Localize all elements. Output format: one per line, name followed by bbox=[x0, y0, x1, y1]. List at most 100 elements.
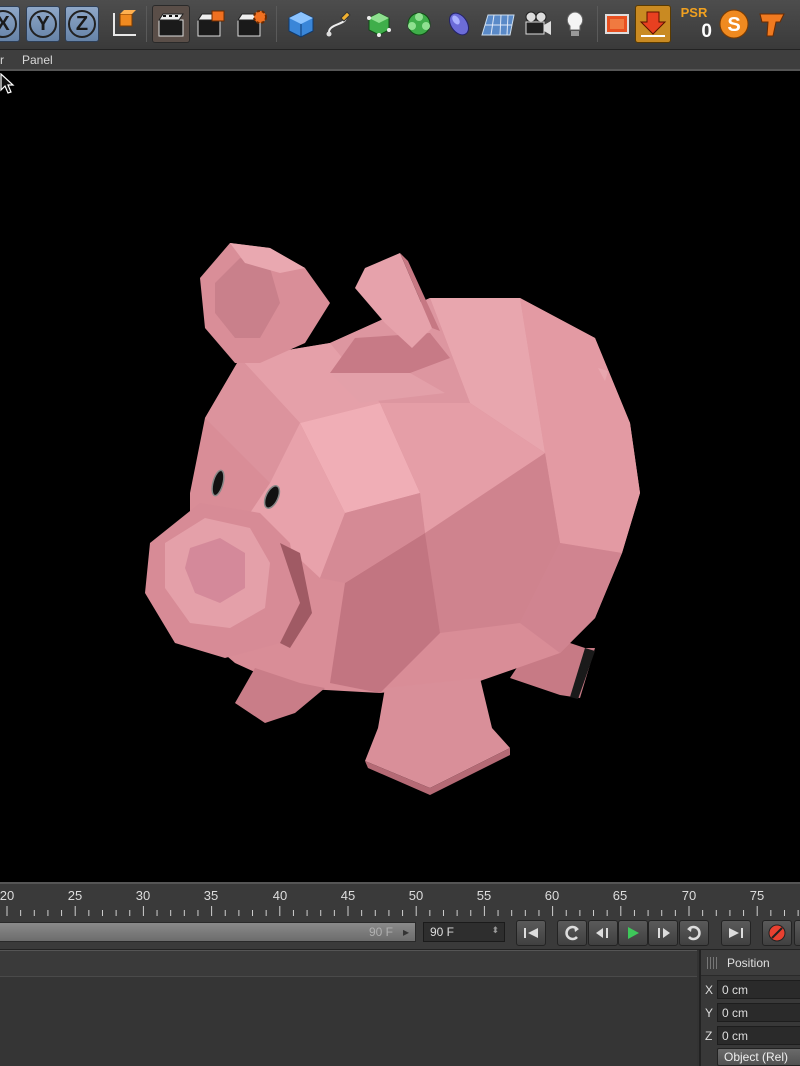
menu-item-panel[interactable]: Panel bbox=[22, 53, 53, 67]
floor-button[interactable] bbox=[478, 5, 518, 43]
ruler-label: 30 bbox=[135, 888, 151, 903]
scene-object-button[interactable] bbox=[440, 5, 478, 43]
position-y-row: Y 0 cm bbox=[701, 1003, 800, 1023]
loop-icon bbox=[565, 925, 579, 941]
generator-icon bbox=[367, 12, 391, 37]
ruler-label: 60 bbox=[544, 888, 560, 903]
toolbar-separator bbox=[146, 6, 147, 42]
coordinate-system-button[interactable] bbox=[104, 5, 142, 43]
ruler-label: 40 bbox=[272, 888, 288, 903]
ruler-label: 35 bbox=[203, 888, 219, 903]
import-button[interactable] bbox=[635, 5, 671, 43]
go-to-end-icon bbox=[729, 928, 743, 938]
psr-button[interactable]: PSR 0 bbox=[676, 5, 712, 43]
render-view-icon bbox=[158, 13, 184, 37]
position-z-row: Z 0 cm bbox=[701, 1026, 800, 1046]
add-cube-button[interactable] bbox=[282, 5, 320, 43]
frame-range-slider[interactable]: 90 F ▸ bbox=[0, 922, 416, 942]
material-manager-panel bbox=[0, 950, 697, 1066]
tool-button[interactable] bbox=[754, 5, 790, 43]
position-x-field[interactable]: 0 cm bbox=[717, 980, 800, 999]
slider-arrow-icon: ▸ bbox=[402, 925, 409, 939]
spline-pen-button[interactable] bbox=[320, 5, 358, 43]
sculpt-icon: S bbox=[719, 9, 749, 39]
render-settings-button[interactable] bbox=[232, 5, 270, 43]
transport-bar: 90 F ▸ 90 F ⬍ bbox=[0, 916, 800, 950]
slider-end-frame: 90 F bbox=[368, 925, 393, 939]
toolbar-separator bbox=[276, 6, 277, 42]
end-frame-value: 90 F bbox=[430, 925, 455, 939]
coordinate-system-icon bbox=[113, 10, 136, 36]
z-axis-label: Z bbox=[68, 10, 96, 38]
position-y-field[interactable]: 0 cm bbox=[717, 1003, 800, 1022]
next-key-button[interactable] bbox=[648, 920, 678, 946]
display-button[interactable] bbox=[600, 5, 634, 43]
ruler-label: 65 bbox=[612, 888, 628, 903]
deformer-button[interactable] bbox=[400, 5, 438, 43]
repeat-icon bbox=[687, 925, 701, 941]
position-z-field[interactable]: 0 cm bbox=[717, 1026, 800, 1045]
camera-button[interactable] bbox=[518, 5, 556, 43]
deformer-icon bbox=[407, 12, 431, 36]
3d-viewport[interactable] bbox=[0, 73, 800, 882]
loop-button[interactable] bbox=[557, 920, 587, 946]
go-to-end-button[interactable] bbox=[721, 920, 751, 946]
cube-icon bbox=[288, 11, 314, 38]
panel-grip-icon[interactable] bbox=[707, 956, 717, 969]
ruler-label: 55 bbox=[476, 888, 492, 903]
pig-model bbox=[145, 243, 640, 795]
go-to-start-icon bbox=[524, 928, 538, 938]
mouse-cursor-icon bbox=[0, 73, 15, 94]
material-manager-header bbox=[0, 951, 697, 977]
x-axis-lock-button[interactable]: X bbox=[0, 6, 20, 42]
repeat-button[interactable] bbox=[679, 920, 709, 946]
position-x-label: X bbox=[705, 983, 714, 997]
stepper-icon: ⬍ bbox=[491, 925, 499, 935]
prev-key-button[interactable] bbox=[588, 920, 618, 946]
ruler-label: 45 bbox=[340, 888, 356, 903]
generator-button[interactable] bbox=[360, 5, 398, 43]
z-axis-lock-button[interactable]: Z bbox=[65, 6, 99, 42]
x-axis-label: X bbox=[0, 10, 17, 38]
menu-item-partial[interactable]: r bbox=[0, 53, 4, 67]
render-picture-viewer-button[interactable] bbox=[192, 5, 230, 43]
ruler-ticks bbox=[6, 906, 799, 916]
y-axis-lock-button[interactable]: Y bbox=[26, 6, 60, 42]
render-view-button[interactable] bbox=[152, 5, 190, 43]
floor-icon bbox=[481, 14, 515, 36]
coordinate-mode-dropdown[interactable]: Object (Rel) bbox=[717, 1048, 800, 1066]
next-key-icon bbox=[658, 928, 670, 938]
light-icon bbox=[566, 11, 584, 36]
timeline-ruler[interactable]: 20 25 30 35 40 45 50 55 60 65 70 75 bbox=[0, 882, 800, 916]
import-icon bbox=[639, 11, 667, 37]
psr-label: PSR bbox=[680, 5, 708, 20]
record-button[interactable] bbox=[762, 920, 792, 946]
coordinates-panel: Position X 0 cm Y 0 cm Z 0 cm Object (Re… bbox=[699, 950, 800, 1066]
ruler-label: 25 bbox=[67, 888, 83, 903]
position-title: Position bbox=[727, 955, 770, 970]
ruler-label: 20 bbox=[0, 888, 15, 903]
autokey-button[interactable] bbox=[794, 920, 800, 946]
coordinates-header: Position bbox=[701, 950, 800, 976]
prev-key-icon bbox=[596, 928, 608, 938]
render-picture-viewer-icon bbox=[197, 10, 225, 37]
sculpt-button[interactable]: S bbox=[716, 5, 752, 43]
toolbar-separator bbox=[597, 6, 598, 42]
y-axis-label: Y bbox=[29, 10, 57, 38]
ruler-label: 75 bbox=[749, 888, 765, 903]
display-icon bbox=[605, 14, 629, 34]
scene-object-icon bbox=[448, 12, 470, 36]
ruler-label: 50 bbox=[408, 888, 424, 903]
bottom-panels: Position X 0 cm Y 0 cm Z 0 cm Object (Re… bbox=[0, 950, 800, 1066]
play-icon bbox=[628, 927, 639, 939]
go-to-start-button[interactable] bbox=[516, 920, 546, 946]
play-button[interactable] bbox=[618, 920, 648, 946]
menu-bar: r Panel bbox=[0, 50, 800, 71]
render-settings-icon bbox=[237, 10, 267, 37]
end-frame-field[interactable]: 90 F ⬍ bbox=[423, 922, 505, 942]
light-button[interactable] bbox=[556, 5, 594, 43]
ruler-label: 70 bbox=[681, 888, 697, 903]
position-y-label: Y bbox=[705, 1006, 714, 1020]
main-toolbar: X Y Z PSR 0 S bbox=[0, 0, 800, 50]
tool-icon bbox=[759, 13, 785, 37]
